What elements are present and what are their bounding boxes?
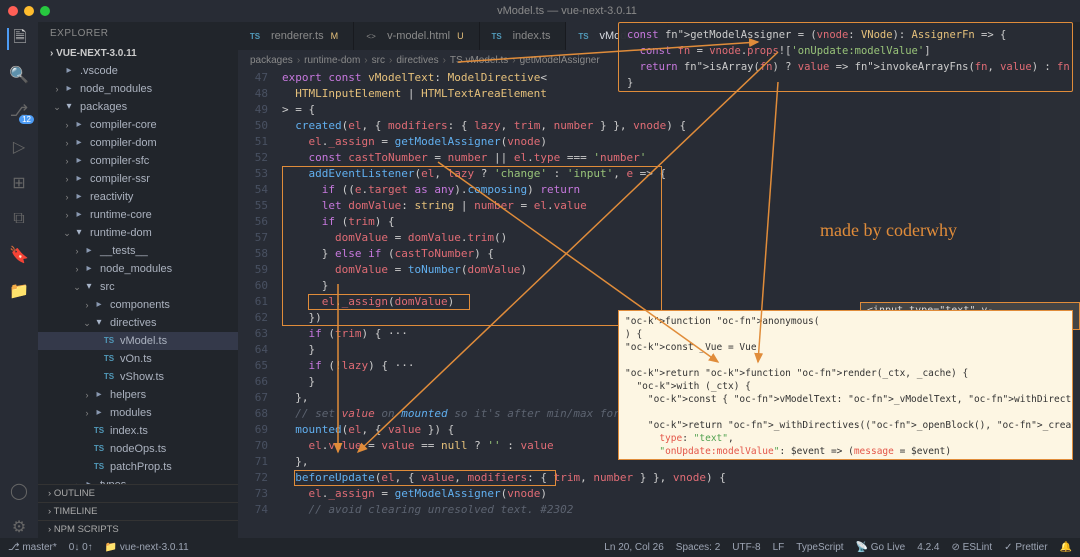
breadcrumb-item[interactable]: directives: [396, 55, 438, 66]
tree-item[interactable]: ›▸helpers: [38, 386, 238, 404]
tree-item[interactable]: ⌄▾directives: [38, 314, 238, 332]
breadcrumb-item[interactable]: TS vModel.ts: [450, 55, 508, 66]
sidebar-project[interactable]: › VUE-NEXT-3.0.11: [38, 45, 238, 62]
tree-item[interactable]: ›▸compiler-core: [38, 116, 238, 134]
snippet-overlay-compiled: "oc-k">function "oc-fn">anonymous( ) { "…: [618, 310, 1073, 460]
git-sync[interactable]: 0↓ 0↑: [69, 542, 93, 553]
snippet-overlay-top: const fn">getModelAssigner = (vnode: VNo…: [618, 22, 1073, 92]
editor-tab[interactable]: TSrenderer.tsM: [238, 22, 354, 50]
close-icon[interactable]: [8, 6, 18, 16]
outline-section[interactable]: › OUTLINE: [38, 484, 238, 502]
go-live[interactable]: 📡 Go Live: [856, 542, 906, 553]
tree-item[interactable]: TSvOn.ts: [38, 350, 238, 368]
git-branch[interactable]: ⎇ master*: [8, 542, 57, 553]
statusbar: ⎇ master* 0↓ 0↑ 📁 vue-next-3.0.11 Ln 20,…: [0, 538, 1080, 557]
line-gutter: 47 48 49 50 51 52 53 54 55 56 57 58 59 6…: [238, 70, 278, 518]
tree-item[interactable]: ›▸compiler-ssr: [38, 170, 238, 188]
tree-item[interactable]: ›▸components: [38, 296, 238, 314]
breadcrumb-item[interactable]: getModelAssigner: [520, 55, 600, 66]
sidebar-title: EXPLORER: [38, 22, 238, 45]
window-controls[interactable]: [8, 6, 50, 16]
minimize-icon[interactable]: [24, 6, 34, 16]
editor-tab[interactable]: TSindex.ts: [480, 22, 567, 50]
folder-icon[interactable]: 📁: [8, 280, 30, 302]
tree-item[interactable]: ⌄▾packages: [38, 98, 238, 116]
version-status[interactable]: 4.2.4: [917, 542, 939, 553]
notifications-icon[interactable]: 🔔: [1060, 542, 1072, 553]
sidebar: EXPLORER › VUE-NEXT-3.0.11 ▸.vscode›▸nod…: [38, 22, 238, 538]
editor: TSrenderer.tsM<>v-model.htmlUTSindex.ts T…: [238, 22, 1080, 538]
search-icon[interactable]: 🔍: [8, 64, 30, 86]
remote-icon[interactable]: ⧉: [8, 208, 30, 230]
breadcrumb-item[interactable]: runtime-dom: [304, 55, 360, 66]
file-tree[interactable]: ▸.vscode›▸node_modules⌄▾packages›▸compil…: [38, 62, 238, 484]
tree-item[interactable]: ⌄▾runtime-dom: [38, 224, 238, 242]
tree-item[interactable]: ›▸compiler-dom: [38, 134, 238, 152]
breadcrumb-item[interactable]: src: [372, 55, 385, 66]
tree-item[interactable]: TSnodeOps.ts: [38, 440, 238, 458]
tree-item[interactable]: TSvShow.ts: [38, 368, 238, 386]
cursor-position[interactable]: Ln 20, Col 26: [604, 542, 664, 553]
tree-item[interactable]: ›▸node_modules: [38, 80, 238, 98]
tree-item[interactable]: ›▸runtime-core: [38, 206, 238, 224]
tree-item[interactable]: ›▸compiler-sfc: [38, 152, 238, 170]
npm-scripts-section[interactable]: › NPM SCRIPTS: [38, 520, 238, 538]
tree-item[interactable]: ▸.vscode: [38, 62, 238, 80]
bookmark-icon[interactable]: 🔖: [8, 244, 30, 266]
tree-item[interactable]: ›▸reactivity: [38, 188, 238, 206]
run-debug-icon[interactable]: ▷: [8, 136, 30, 158]
explorer-icon[interactable]: 🗎: [7, 28, 29, 50]
window-title: vModel.ts — vue-next-3.0.11: [62, 5, 1072, 17]
tree-item[interactable]: TSindex.ts: [38, 422, 238, 440]
source-control-icon[interactable]: ⎇: [8, 100, 30, 122]
timeline-section[interactable]: › TIMELINE: [38, 502, 238, 520]
tree-item[interactable]: TSvModel.ts: [38, 332, 238, 350]
extensions-icon[interactable]: ⊞: [8, 172, 30, 194]
breadcrumb-item[interactable]: packages: [250, 55, 293, 66]
tree-item[interactable]: ›▸node_modules: [38, 260, 238, 278]
encoding-status[interactable]: UTF-8: [732, 542, 760, 553]
status-project[interactable]: 📁 vue-next-3.0.11: [105, 542, 189, 553]
tree-item[interactable]: ›▸__tests__: [38, 242, 238, 260]
tree-item[interactable]: ›▸modules: [38, 404, 238, 422]
tree-item[interactable]: TSpatchProp.ts: [38, 458, 238, 476]
eslint-status[interactable]: ⊘ ESLint: [952, 542, 993, 553]
activity-bar: 🗎 🔍 ⎇ ▷ ⊞ ⧉ 🔖 📁 ◯ ⚙: [0, 22, 38, 538]
tree-item[interactable]: ›▸types: [38, 476, 238, 484]
language-status[interactable]: TypeScript: [796, 542, 843, 553]
indent-status[interactable]: Spaces: 2: [676, 542, 720, 553]
titlebar: vModel.ts — vue-next-3.0.11: [0, 0, 1080, 22]
account-icon[interactable]: ◯: [8, 480, 30, 502]
eol-status[interactable]: LF: [773, 542, 785, 553]
zoom-icon[interactable]: [40, 6, 50, 16]
settings-icon[interactable]: ⚙: [8, 516, 30, 538]
prettier-status[interactable]: ✓ Prettier: [1004, 542, 1047, 553]
tree-item[interactable]: ⌄▾src: [38, 278, 238, 296]
editor-tab[interactable]: <>v-model.htmlU: [354, 22, 479, 50]
watermark: made by coderwhy: [820, 220, 957, 241]
